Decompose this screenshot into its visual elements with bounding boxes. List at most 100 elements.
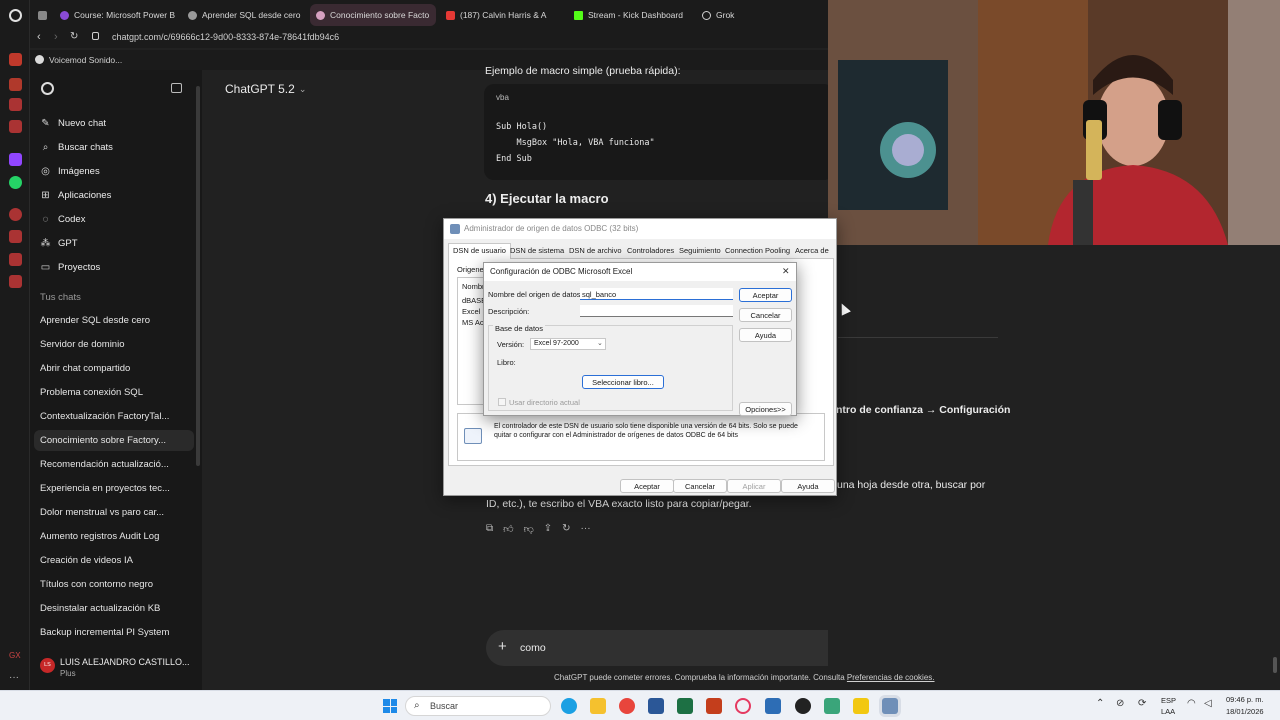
thumbs-up-icon[interactable]: 👍︎ [503, 523, 513, 535]
tab-connection-pooling[interactable]: Connection Pooling [725, 246, 790, 255]
chat-history-item[interactable]: Problema conexión SQL [40, 382, 190, 402]
power-bi-icon[interactable] [853, 698, 869, 714]
share-icon[interactable]: ⇪ [544, 523, 552, 535]
chat-history-item[interactable]: Aprender SQL desde cero [40, 310, 190, 330]
player-icon[interactable] [9, 208, 22, 221]
browser-tab[interactable]: Stream - Kick Dashboard [568, 4, 692, 26]
opera-logo-icon[interactable] [9, 9, 22, 22]
chat-history-item[interactable]: Creación de videos IA [40, 550, 190, 570]
chat-history-item-active[interactable]: Conocimiento sobre Factory... [40, 430, 190, 450]
language-indicator[interactable]: ESP [1161, 696, 1176, 705]
opera-gx-icon[interactable] [735, 698, 751, 714]
tab-user-dsn[interactable]: DSN de usuario [448, 243, 511, 259]
chat-history-item[interactable]: Desinstalar actualización KB [40, 598, 190, 618]
chevron-up-icon[interactable]: ⌃ [1096, 698, 1104, 709]
cookie-preferences-link[interactable]: Preferencias de cookies. [847, 673, 935, 682]
clock-time[interactable]: 09:46 p. m. [1226, 695, 1264, 704]
reload-icon[interactable]: ↻ [70, 31, 78, 42]
browser-tab[interactable]: Aprender SQL desde cero [182, 4, 306, 26]
chat-history-item[interactable]: Backup incremental PI System [40, 622, 190, 642]
description-input[interactable] [580, 305, 733, 317]
tab-drivers[interactable]: Controladores [627, 246, 674, 255]
right-scrollbar[interactable] [1273, 657, 1277, 673]
nav-gpt[interactable]: ⁂ GPT [40, 233, 78, 253]
browser-tab-active[interactable]: Conocimiento sobre Facto [310, 4, 436, 26]
settings-icon[interactable] [9, 253, 22, 266]
plus-icon[interactable]: + [498, 638, 507, 655]
odbc-accept-button[interactable]: Aceptar [620, 479, 674, 493]
chat-history-item[interactable]: Contextualización FactoryTal... [40, 406, 190, 426]
messenger-icon[interactable] [9, 78, 22, 91]
remote-desktop-icon[interactable] [765, 698, 781, 714]
back-icon[interactable]: ‹ [37, 31, 41, 43]
user-profile[interactable]: LS LUIS ALEJANDRO CASTILLO... Plus [30, 652, 196, 684]
nav-search-chats[interactable]: ⌕ Buscar chats [40, 137, 113, 157]
wifi-icon[interactable]: ◠ [1187, 698, 1196, 709]
forward-icon[interactable]: › [54, 31, 58, 43]
excel-accept-button[interactable]: Aceptar [739, 288, 792, 302]
odbc-taskbar-icon[interactable] [882, 698, 898, 714]
tab-about[interactable]: Acerca de [795, 246, 829, 255]
select-book-button[interactable]: Seleccionar libro... [582, 375, 664, 389]
dsn-name-input[interactable]: sql_banco [580, 288, 733, 300]
nav-new-chat[interactable]: ✎ Nuevo chat [40, 113, 106, 133]
sync-icon[interactable]: ⟳ [1138, 698, 1146, 709]
more-icon[interactable]: ··· [9, 672, 22, 685]
browser-tab[interactable]: (187) Calvin Harris & A [440, 4, 564, 26]
nav-apps[interactable]: ⊞ Aplicaciones [40, 185, 111, 205]
volume-icon[interactable]: ◁ [1204, 698, 1212, 709]
thumbs-down-icon[interactable]: 👎︎ [524, 523, 534, 535]
chat-history-item[interactable]: Servidor de dominio [40, 334, 190, 354]
excel-options-button[interactable]: Opciones>> [739, 402, 792, 416]
history-icon[interactable] [9, 275, 22, 288]
model-selector[interactable]: ChatGPT 5.2 ⌄ [225, 82, 306, 96]
chat-history-item[interactable]: Recomendación actualizació... [40, 454, 190, 474]
message-input[interactable]: como [520, 642, 546, 654]
workspace-icon[interactable] [9, 98, 22, 111]
chat-history-item[interactable]: Dolor menstrual vs paro car... [40, 502, 190, 522]
chat-history-item[interactable]: Abrir chat compartido [40, 358, 190, 378]
tab-file-dsn[interactable]: DSN de archivo [569, 246, 622, 255]
extension-icon[interactable] [9, 120, 22, 133]
copy-icon[interactable]: ⧉ [486, 523, 493, 535]
openai-logo-icon[interactable] [41, 82, 54, 95]
chat-history-item[interactable]: Aumento registros Audit Log [40, 526, 190, 546]
bookmark-voicemod[interactable]: Voicemod Sonido... [49, 55, 122, 65]
tab-tracing[interactable]: Seguimiento [679, 246, 721, 255]
gx-icon[interactable]: GX [9, 651, 22, 664]
tab-system-dsn[interactable]: DSN de sistema [510, 246, 564, 255]
obs-icon[interactable] [795, 698, 811, 714]
powerpoint-icon[interactable] [706, 698, 722, 714]
workspace-tab-icon[interactable] [32, 4, 52, 26]
notification-muted-icon[interactable]: ⊘ [1116, 698, 1124, 709]
taskbar-search[interactable]: ⌕ Buscar [405, 696, 551, 716]
aria-icon[interactable] [9, 53, 22, 66]
edge-icon[interactable] [561, 698, 577, 714]
toggle-sidebar-icon[interactable] [171, 83, 182, 93]
chat-history-item[interactable]: Experiencia en proyectos tec... [40, 478, 190, 498]
twitch-icon[interactable] [9, 153, 22, 166]
odbc-help-button[interactable]: Ayuda [781, 479, 835, 493]
windows-start-icon[interactable] [383, 699, 397, 713]
browser-tab[interactable]: Grok [696, 4, 806, 26]
nav-codex[interactable]: ◌ Codex [40, 209, 86, 229]
more-icon[interactable]: ··· [581, 523, 591, 535]
close-icon[interactable]: ✕ [782, 266, 790, 277]
excel-icon[interactable] [677, 698, 693, 714]
scrollbar-thumb[interactable] [196, 86, 200, 466]
app-icon[interactable] [824, 698, 840, 714]
chat-history-item[interactable]: Títulos con contorno negro [40, 574, 190, 594]
clock-date[interactable]: 18/01/2026 [1226, 707, 1264, 716]
excel-help-button[interactable]: Ayuda [739, 328, 792, 342]
file-explorer-icon[interactable] [590, 698, 606, 714]
word-icon[interactable] [648, 698, 664, 714]
url-field[interactable]: chatgpt.com/c/69666c12-9d00-8333-874e-78… [112, 32, 339, 42]
vk-icon[interactable] [9, 230, 22, 243]
chrome-icon[interactable] [619, 698, 635, 714]
browser-tab[interactable]: Course: Microsoft Power B [54, 4, 178, 26]
nav-images[interactable]: ◎ Imágenes [40, 161, 100, 181]
nav-projects[interactable]: ▭ Proyectos [40, 257, 100, 277]
version-select[interactable]: Excel 97-2000 ⌄ [530, 338, 606, 350]
sidebar-scrollbar[interactable] [196, 76, 200, 686]
odbc-cancel-button[interactable]: Cancelar [673, 479, 727, 493]
